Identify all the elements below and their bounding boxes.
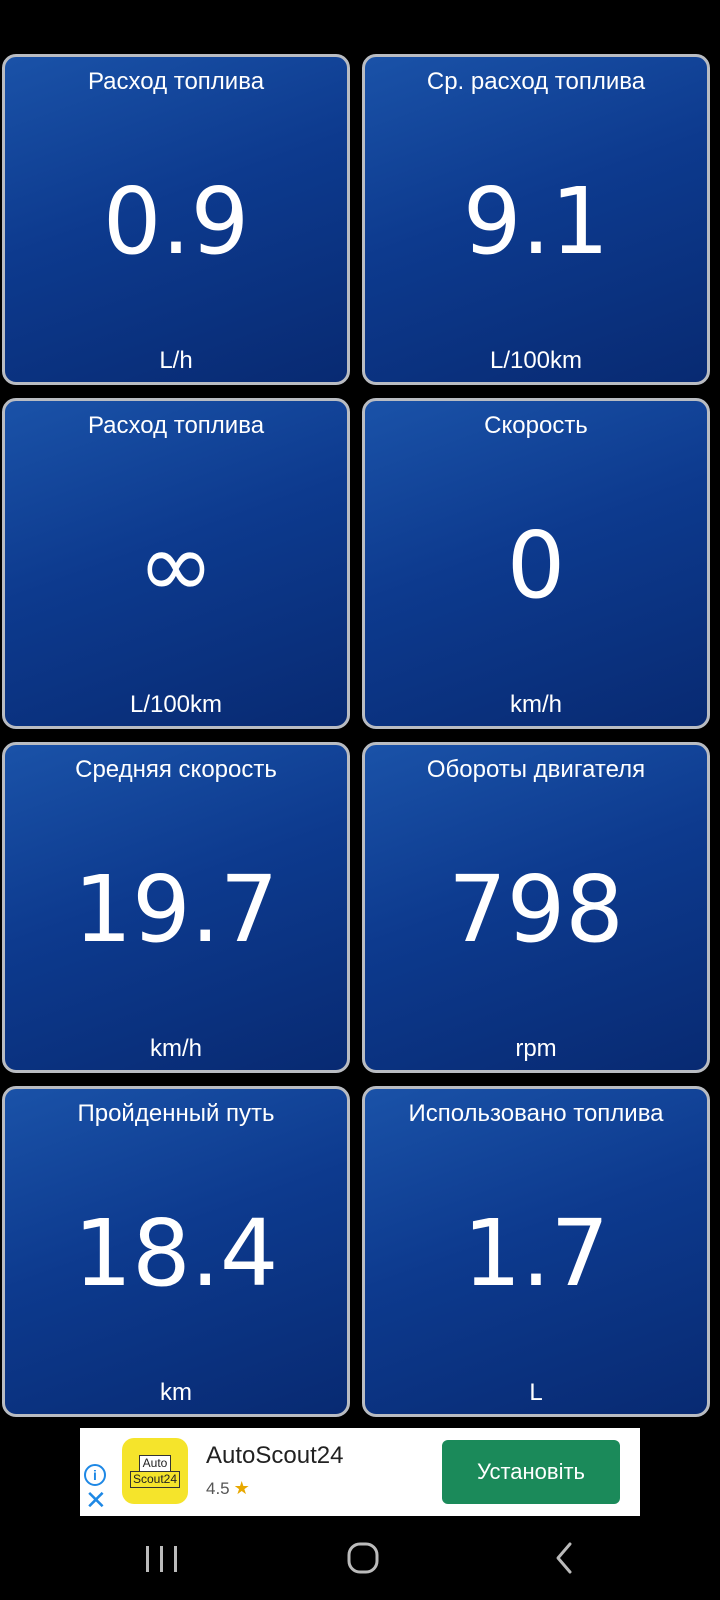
tile-unit: km	[160, 1379, 192, 1406]
status-bar	[0, 0, 720, 54]
tile-label: Средняя скорость	[75, 756, 277, 783]
tile-unit: L/h	[159, 347, 193, 374]
ad-banner[interactable]: i ✕ Auto Scout24 AutoScout24 4.5 ★ Устано…	[80, 1428, 640, 1516]
tile-fuel-rate[interactable]: Расход топлива 0.9 L/h	[2, 54, 350, 385]
logo-text: Auto	[138, 1454, 172, 1472]
home-icon[interactable]	[333, 1538, 393, 1578]
tile-label: Использовано топлива	[408, 1100, 664, 1127]
rating-value: 4.5	[206, 1479, 230, 1498]
tile-avg-speed[interactable]: Средняя скорость 19.7 km/h	[2, 742, 350, 1073]
tile-value: 18.4	[73, 1200, 279, 1307]
tile-label: Скорость	[484, 412, 588, 439]
ad-app-name[interactable]: AutoScout24	[206, 1442, 343, 1470]
logo-text: Scout24	[129, 1470, 181, 1488]
tile-unit: L	[529, 1379, 543, 1406]
tile-label: Ср. расход топлива	[426, 68, 646, 95]
install-button[interactable]: Установіть	[442, 1440, 620, 1504]
tile-label: Пройденный путь	[77, 1100, 275, 1127]
navigation-bar	[0, 1516, 720, 1600]
tile-distance[interactable]: Пройденный путь 18.4 km	[2, 1086, 350, 1417]
tile-label: Обороты двигателя	[426, 756, 646, 783]
tile-avg-fuel-consumption[interactable]: Ср. расход топлива 9.1 L/100km	[362, 54, 710, 385]
tile-fuel-used[interactable]: Использовано топлива 1.7 L	[362, 1086, 710, 1417]
tile-unit: km/h	[509, 691, 562, 718]
tile-fuel-consumption[interactable]: Расход топлива ∞ L/100km	[2, 398, 350, 729]
tile-value: 19.7	[73, 856, 279, 963]
tile-label: Расход топлива	[87, 68, 265, 95]
close-icon[interactable]: ✕	[85, 1487, 107, 1513]
app-logo[interactable]: Auto Scout24	[122, 1438, 188, 1504]
tile-label: Расход топлива	[87, 412, 265, 439]
tile-value: 0.9	[102, 168, 250, 275]
tile-unit: rpm	[515, 1035, 557, 1062]
tile-value: 1.7	[462, 1200, 610, 1307]
tile-value: 0	[506, 512, 566, 619]
star-icon: ★	[233, 1478, 250, 1498]
tile-value: 9.1	[462, 168, 610, 275]
tile-unit: L/100km	[489, 347, 583, 374]
tile-value: ∞	[137, 512, 215, 619]
tile-unit: km/h	[149, 1035, 202, 1062]
ad-rating: 4.5 ★	[206, 1478, 250, 1499]
tile-value: 798	[448, 856, 624, 963]
dashboard-grid: Расход топлива 0.9 L/h Ср. расход топлив…	[0, 54, 720, 1428]
recent-apps-icon[interactable]	[132, 1538, 192, 1578]
info-icon[interactable]: i	[84, 1464, 106, 1486]
tile-speed[interactable]: Скорость 0 km/h	[362, 398, 710, 729]
tile-engine-rpm[interactable]: Обороты двигателя 798 rpm	[362, 742, 710, 1073]
tile-unit: L/100km	[129, 691, 223, 718]
back-icon[interactable]	[534, 1538, 594, 1578]
